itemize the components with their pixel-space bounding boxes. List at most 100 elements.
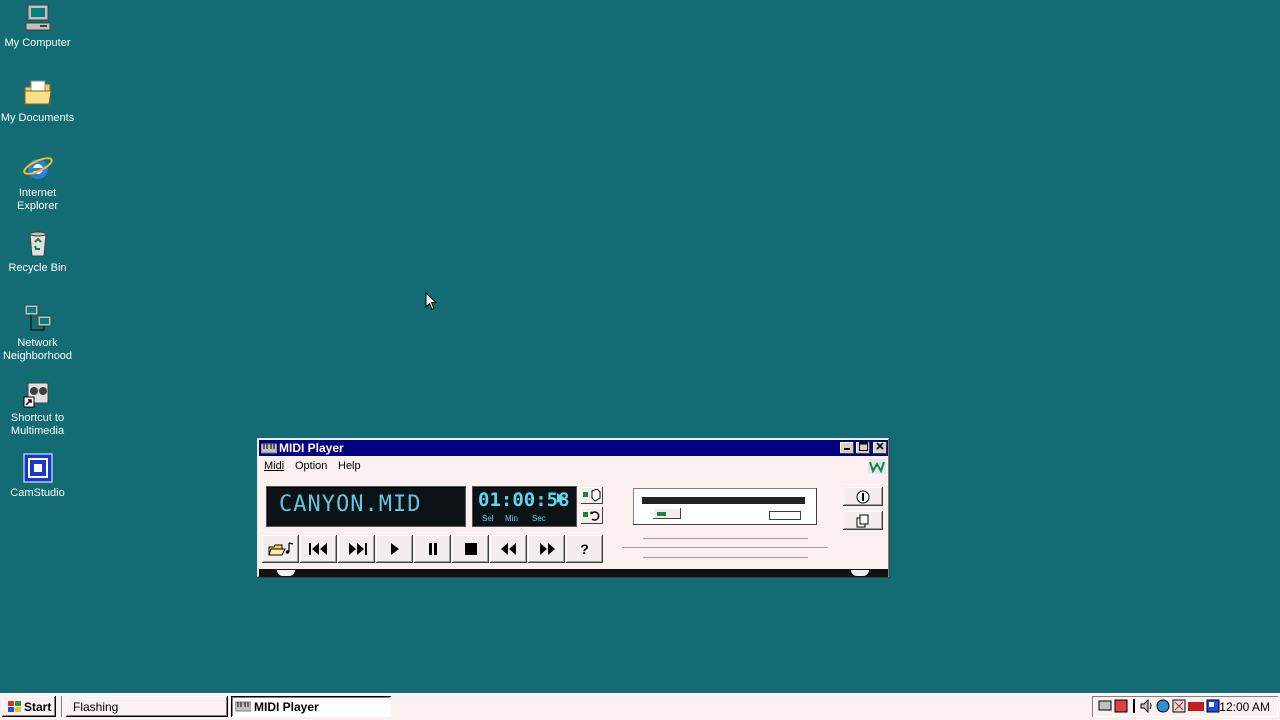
minimize-button[interactable] — [840, 442, 854, 454]
desktop-icon-my-documents[interactable]: My Documents — [0, 77, 75, 125]
play-icon — [390, 543, 399, 555]
mouse-cursor-icon — [425, 292, 437, 311]
random-play-button[interactable] — [581, 487, 603, 504]
desktop-icon-label: Recycle Bin — [8, 262, 67, 274]
pause-button[interactable] — [414, 535, 451, 563]
stop-icon — [464, 543, 477, 555]
time-label-min: Min — [505, 514, 518, 523]
windows-logo-icon — [8, 701, 21, 712]
position-slider[interactable] — [653, 508, 681, 519]
position-panel — [633, 488, 817, 525]
pause-icon — [428, 543, 437, 555]
desktop-icon-label: Shortcut to Multimedia — [10, 412, 65, 437]
tray-icon-display[interactable] — [1172, 699, 1186, 713]
divider-line — [643, 538, 808, 539]
fast-forward-icon — [539, 543, 555, 555]
desktop-icon-multimedia-shortcut[interactable]: Shortcut to Multimedia — [0, 377, 75, 438]
volume-icon[interactable] — [1140, 699, 1154, 713]
skip-back-icon — [308, 543, 327, 555]
camstudio-icon — [23, 453, 52, 483]
maximize-icon — [858, 442, 868, 451]
menu-midi-label: Midi — [264, 460, 285, 472]
task-label: Flashing — [73, 700, 119, 714]
track-name: CANYON.MID — [279, 492, 422, 517]
network-icon — [24, 304, 51, 331]
title-bar[interactable]: MIDI Player — [259, 440, 888, 456]
next-track-button[interactable] — [338, 535, 375, 563]
desktop-icon-camstudio[interactable]: CamStudio — [0, 452, 75, 500]
repeat-button[interactable] — [581, 507, 603, 524]
tray-icon-antivirus[interactable] — [1188, 699, 1204, 713]
menu-option[interactable]: Option — [295, 460, 327, 472]
window-title: MIDI Player — [279, 441, 344, 455]
stop-button[interactable] — [452, 535, 489, 563]
start-button[interactable]: Start — [2, 696, 56, 717]
menu-help-label: Help — [338, 460, 361, 472]
skip-forward-icon — [348, 543, 367, 555]
menu-midi[interactable]: Midi — [264, 460, 284, 472]
tray-icon-pen[interactable] — [1130, 699, 1138, 713]
time-display: 01:00:58 Sel Min Sec — [472, 486, 577, 527]
desktop-icon-label: Internet Explorer — [17, 187, 58, 212]
desktop-icon-label: My Documents — [0, 112, 75, 124]
menu-option-label: Option — [295, 460, 328, 472]
desktop-icon-network-neighborhood[interactable]: Network Neighborhood — [0, 302, 75, 363]
recycle-bin-icon — [28, 231, 47, 257]
computer-icon — [25, 4, 50, 31]
help-label: ? — [580, 541, 589, 557]
divider-line — [643, 557, 808, 558]
clock[interactable]: 12:00 AM — [1219, 700, 1270, 714]
open-folder-icon — [267, 542, 293, 556]
info-icon — [856, 490, 870, 503]
midi-app-icon — [261, 443, 277, 454]
help-button[interactable]: ? — [566, 535, 603, 563]
play-indicator-icon — [557, 493, 565, 503]
taskbar-button-midi-player[interactable]: MIDI Player — [231, 696, 391, 717]
tray-icon-task-scheduler[interactable] — [1114, 699, 1128, 713]
time-label-sel: Sel — [482, 514, 494, 523]
info-button[interactable] — [843, 487, 883, 506]
desktop-icon-label: CamStudio — [10, 487, 65, 499]
track-name-display: CANYON.MID — [266, 486, 466, 527]
rewind-icon — [500, 543, 516, 555]
dice-icon — [583, 489, 601, 502]
menu-bar: Midi Option Help — [261, 458, 886, 475]
window-bottom-bar — [259, 569, 888, 577]
position-track[interactable] — [642, 497, 805, 504]
taskbar-button-flashing[interactable]: Flashing — [66, 696, 228, 717]
tray-icon-network[interactable] — [1098, 699, 1112, 713]
previous-track-button[interactable] — [300, 535, 337, 563]
desktop-icon-my-computer[interactable]: My Computer — [0, 2, 75, 50]
repeat-icon — [583, 511, 600, 521]
desktop-icon-internet-explorer[interactable]: Internet Explorer — [0, 152, 75, 213]
maximize-button[interactable] — [856, 442, 870, 454]
menu-help[interactable]: Help — [338, 460, 361, 472]
start-label: Start — [24, 700, 52, 714]
folder-icon — [24, 80, 52, 105]
midi-app-icon — [235, 701, 251, 712]
desktop-icon-label: Network Neighborhood — [2, 337, 73, 362]
multimedia-shortcut-icon — [23, 382, 48, 408]
desktop-icon-label: My Computer — [4, 37, 71, 49]
task-label: MIDI Player — [254, 700, 319, 714]
brand-logo-icon — [868, 459, 886, 474]
tray-icon-window[interactable] — [1206, 699, 1220, 713]
tray-icon-globe[interactable] — [1156, 699, 1170, 713]
fast-forward-button[interactable] — [528, 535, 565, 563]
taskbar: Start Flashing MIDI Player 12:00 AM — [0, 693, 1280, 720]
volume-slider[interactable] — [769, 511, 801, 520]
time-readout: 01:00:58 — [478, 489, 570, 511]
copy-icon — [856, 514, 869, 527]
internet-explorer-icon — [22, 157, 53, 179]
close-icon — [876, 442, 884, 450]
open-file-button[interactable] — [262, 535, 299, 563]
rewind-button[interactable] — [490, 535, 527, 563]
time-label-sec: Sec — [532, 514, 546, 523]
desktop-icon-recycle-bin[interactable]: Recycle Bin — [0, 227, 75, 275]
play-button[interactable] — [376, 535, 413, 563]
taskbar-separator — [61, 696, 63, 717]
close-button[interactable] — [873, 442, 887, 454]
system-tray: 12:00 AM — [1092, 696, 1278, 717]
divider-line — [622, 547, 828, 548]
copy-button[interactable] — [843, 511, 883, 530]
